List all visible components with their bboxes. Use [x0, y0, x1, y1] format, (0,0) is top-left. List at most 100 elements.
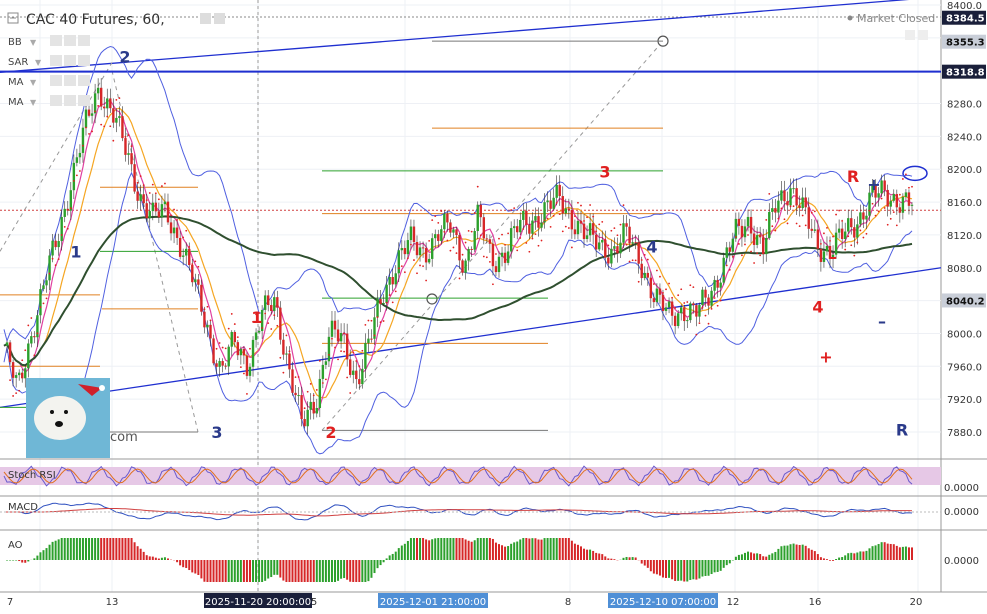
ao-bar [42, 550, 45, 560]
close-icon[interactable] [78, 75, 90, 86]
candle-body [446, 213, 449, 223]
ao-bar [570, 540, 573, 560]
sar-dot [337, 358, 339, 361]
settings-icon[interactable] [50, 35, 62, 46]
ao-bar [464, 539, 467, 560]
ao-bar [889, 543, 892, 560]
sar-dot [689, 284, 692, 287]
candle-body [491, 243, 495, 267]
chevron-down-icon[interactable]: ▼ [30, 98, 37, 107]
time-axis[interactable]: 7 13 5 8 12 16 202025-11-20 20:00:00 2025-12-01… [7, 593, 923, 608]
sar-dot [634, 259, 637, 262]
sar-dot [741, 254, 743, 257]
ao-bar [631, 557, 634, 560]
candle-body [379, 299, 382, 305]
candle-body [731, 238, 735, 252]
ao-bar [160, 557, 163, 560]
candle-body [257, 331, 261, 333]
eye-icon[interactable] [64, 95, 76, 106]
candle-body [282, 339, 285, 355]
stoch-rsi-pane[interactable]: Stoch RSI 0.0000 [0, 465, 979, 494]
ao-bar [780, 546, 783, 560]
ao-bar [601, 554, 604, 560]
candle-body [558, 184, 561, 197]
settings-icon[interactable] [200, 13, 211, 24]
candle-body [534, 216, 537, 221]
sar-dot [631, 259, 634, 262]
sar-dot [203, 308, 206, 311]
ao-bar [6, 560, 9, 561]
sar-dot [692, 286, 695, 288]
eye-icon[interactable] [64, 35, 76, 46]
candle-body [585, 235, 589, 240]
candle-body [60, 216, 63, 242]
candle-body [285, 353, 288, 355]
sar-dot [12, 395, 15, 397]
ao-pane[interactable]: AO 0.0000 [6, 538, 979, 582]
candle-body [133, 164, 136, 192]
sar-dot [367, 319, 370, 322]
candle-body [364, 342, 367, 369]
sar-dot [613, 227, 616, 229]
sar-dot [458, 277, 461, 280]
candle-body [215, 363, 218, 367]
candle-body [197, 279, 200, 285]
candle-body [570, 209, 574, 230]
chart-canvas[interactable]: 12312344RR++–– com CAC 40 Futures, 60, M… [0, 0, 987, 614]
sar-dot [361, 349, 364, 352]
close-icon[interactable] [78, 95, 90, 106]
sar-dot [394, 290, 397, 293]
candle-body [637, 242, 640, 264]
close-icon[interactable] [78, 55, 90, 66]
sar-dot [82, 144, 84, 147]
ao-bar [689, 560, 692, 580]
sar-dot [440, 210, 443, 213]
ao-bar [361, 560, 364, 582]
ao-bar [15, 560, 18, 561]
candle-body [546, 200, 549, 203]
candle-body [452, 229, 455, 233]
eye-icon[interactable] [214, 13, 225, 24]
ao-bar [491, 538, 494, 560]
ao-bar [476, 538, 479, 560]
sar-dot [136, 181, 139, 184]
price-tick-label: 8200.0 [947, 165, 982, 176]
chevron-down-icon[interactable]: ▼ [30, 38, 37, 47]
sar-dot [246, 393, 248, 395]
time-tick-label: 12 [727, 597, 740, 608]
candle-body [103, 106, 106, 109]
candle-body [270, 305, 273, 311]
sar-dot [233, 323, 236, 325]
candle-body [66, 208, 69, 211]
close-icon[interactable] [78, 35, 90, 46]
ao-bar [206, 560, 209, 582]
chevron-down-icon[interactable]: ▼ [30, 78, 37, 87]
chevron-down-icon[interactable]: ▼ [35, 58, 42, 67]
eye-icon[interactable] [64, 75, 76, 86]
ao-bar [510, 543, 513, 560]
candle-body [24, 368, 27, 379]
ao-bar [792, 543, 795, 560]
candle-body [473, 231, 476, 250]
sar-dot [376, 316, 379, 319]
macd-pane[interactable]: MACD 0.0000 [0, 502, 979, 521]
ao-bar [613, 559, 616, 560]
sar-dot [397, 267, 400, 270]
candle-body [476, 204, 479, 232]
settings-icon[interactable] [50, 95, 62, 106]
sar-dot [668, 282, 670, 285]
sar-dot [215, 347, 218, 350]
ao-bar [537, 539, 540, 560]
settings-icon[interactable] [50, 75, 62, 86]
ao-bar [743, 552, 746, 560]
sar-dot [826, 226, 828, 229]
eye-icon[interactable] [64, 55, 76, 66]
scroll-icon[interactable] [918, 30, 928, 40]
ao-bar [658, 560, 661, 576]
main-pane[interactable] [0, 0, 941, 459]
settings-icon[interactable] [50, 55, 62, 66]
scroll-icon[interactable] [905, 30, 915, 40]
ao-bar [907, 547, 910, 560]
ao-bar [528, 538, 531, 560]
ao-bar [479, 538, 482, 560]
